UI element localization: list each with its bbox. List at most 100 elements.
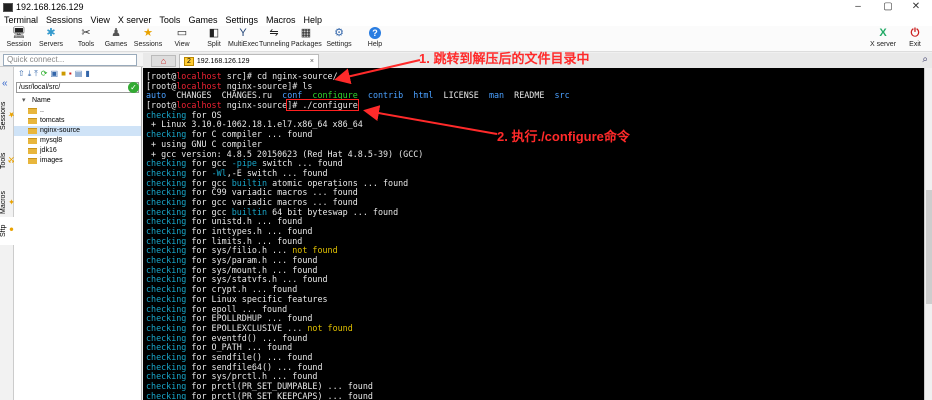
sftp-list-item[interactable]: jdk16 bbox=[14, 146, 141, 156]
toolbar-servers-button[interactable]: ✱ Servers bbox=[36, 27, 66, 48]
help-icon: ? bbox=[369, 27, 381, 39]
toolbar-split-button[interactable]: ◧ Split bbox=[199, 27, 229, 48]
terminal-segment: README bbox=[504, 90, 555, 101]
toolbar-games-button[interactable]: ♟ Games bbox=[101, 27, 131, 48]
toolbar-label: MultiExec bbox=[228, 41, 259, 48]
terminal-segment: for sys/filio.h ... bbox=[186, 245, 293, 256]
terminal-segment: [root@ bbox=[146, 71, 177, 81]
toolbar-session-button[interactable]: 🖥 Session bbox=[4, 27, 34, 48]
minimize-button[interactable]: – bbox=[844, 0, 872, 14]
terminal-segment: checking bbox=[146, 216, 187, 227]
session-tab[interactable]: 2 192.168.126.129 × bbox=[179, 54, 319, 68]
home-tab[interactable]: ⌂ bbox=[151, 55, 176, 67]
terminal-segment bbox=[302, 90, 312, 100]
app-icon bbox=[3, 2, 13, 12]
servers-icon: ✱ bbox=[46, 27, 56, 39]
toolbar-sessions-button[interactable]: ★ Sessions bbox=[133, 27, 163, 48]
collapse-sidebar-icon[interactable]: « bbox=[2, 78, 8, 89]
packages-icon: ▦ bbox=[300, 27, 312, 39]
settings-icon: ⚙ bbox=[334, 27, 344, 39]
sftp-file-list: ▾ Name .. tomcats nginx-source mysql8 jdk16 im… bbox=[14, 96, 141, 166]
sftp-open-icon[interactable]: ▤ bbox=[75, 69, 83, 78]
toolbar-label: Games bbox=[104, 41, 128, 48]
menu-terminal[interactable]: Terminal bbox=[0, 14, 42, 26]
terminal-segment: for prctl(PR_SET_DUMPABLE) ... found bbox=[186, 381, 373, 391]
terminal-segment: ,-E switch ... found bbox=[226, 167, 328, 178]
menu-sessions[interactable]: Sessions bbox=[42, 14, 87, 26]
terminal-segment: not found bbox=[292, 245, 338, 256]
annotation-step-1: 1. 跳转到解压后的文件目录中 bbox=[419, 51, 590, 66]
side-tab-sftp[interactable]: Sftp ● bbox=[0, 217, 16, 245]
session-tab-close-icon[interactable]: × bbox=[310, 55, 314, 68]
menu-settings[interactable]: Settings bbox=[221, 14, 262, 26]
terminal-scrollbar[interactable] bbox=[924, 68, 932, 400]
title-bar: 192.168.126.129 – ▢ ✕ bbox=[0, 0, 932, 14]
side-tab-sessions[interactable]: Sessions ★ bbox=[0, 95, 16, 137]
sftp-item-label: .. bbox=[40, 107, 44, 114]
sftp-new-file-icon[interactable]: ▣ bbox=[51, 69, 59, 78]
sftp-list-item[interactable]: images bbox=[14, 156, 141, 166]
side-tab-strip: « Sessions ★ Tools ⚒ Macros ✦ Sftp ● bbox=[0, 67, 16, 400]
toolbar-label: Split bbox=[207, 41, 221, 48]
session-tab-number: 2 bbox=[184, 57, 194, 66]
toolbar-settings-button[interactable]: ⚙ Settings bbox=[324, 27, 354, 48]
sftp-up-icon[interactable]: ⇧ bbox=[18, 69, 25, 78]
toolbar-help-button[interactable]: ? Help bbox=[360, 27, 390, 48]
quick-connect-input[interactable]: Quick connect... bbox=[3, 54, 137, 66]
highlighted-command: ]# ./configure bbox=[286, 99, 359, 112]
annotation-step-2: 2. 执行./configure命令 bbox=[497, 129, 630, 144]
sftp-list-item[interactable]: mysql8 bbox=[14, 136, 141, 146]
path-ok-icon[interactable]: ✓ bbox=[128, 82, 139, 93]
terminal-segment: html bbox=[413, 90, 434, 101]
sftp-new-folder-icon[interactable]: ■ bbox=[61, 69, 66, 78]
toolbar-label: Help bbox=[367, 41, 383, 48]
terminal-segment: for EPOLLEXCLUSIVE ... bbox=[186, 322, 308, 333]
terminal-segment: checking bbox=[146, 255, 187, 266]
sftp-list-item[interactable]: tomcats bbox=[14, 116, 141, 126]
toolbar-packages-button[interactable]: ▦ Packages bbox=[291, 27, 322, 48]
sftp-terminal-icon[interactable]: ▮ bbox=[85, 69, 89, 78]
sftp-refresh-icon[interactable]: ⟳ bbox=[41, 69, 48, 78]
side-tab-tools[interactable]: Tools ⚒ bbox=[0, 143, 16, 179]
toolbar-x-server-button[interactable]: X X server bbox=[868, 27, 898, 48]
toolbar-exit-button[interactable]: ⏻ Exit bbox=[900, 27, 930, 48]
terminal-segment: contrib bbox=[367, 90, 404, 101]
terminal-segment: checking bbox=[146, 322, 187, 333]
menu-view[interactable]: View bbox=[87, 14, 114, 26]
close-button[interactable]: ✕ bbox=[902, 0, 930, 14]
scrollbar-thumb[interactable] bbox=[926, 190, 932, 304]
sftp-list-item[interactable]: nginx-source bbox=[14, 126, 141, 136]
menu-tools[interactable]: Tools bbox=[155, 14, 184, 26]
terminal-segment: checking bbox=[146, 167, 187, 178]
sftp-path-field[interactable]: /usr/local/src/ ✓ bbox=[16, 82, 139, 93]
sftp-delete-icon[interactable]: ▪ bbox=[69, 69, 72, 78]
terminal-segment: for OS bbox=[186, 109, 222, 120]
toolbar-tunneling-button[interactable]: ⇋ Tunneling bbox=[259, 27, 290, 48]
toolbar-multiexec-button[interactable]: Y MultiExec bbox=[228, 27, 258, 48]
terminal-segment: atomic operations ... found bbox=[267, 177, 409, 188]
terminal-segment: checking bbox=[146, 206, 187, 217]
toolbar-view-button[interactable]: ▭ View bbox=[167, 27, 197, 48]
x-server-icon: X bbox=[879, 27, 887, 39]
terminal-segment: checking bbox=[146, 332, 187, 343]
maximize-button[interactable]: ▢ bbox=[874, 0, 902, 14]
terminal-segment: for prctl(PR_SET_KEEPCAPS) ... found bbox=[186, 390, 373, 400]
menu-macros[interactable]: Macros bbox=[262, 14, 300, 26]
home-icon: ⌂ bbox=[160, 56, 167, 66]
games-icon: ♟ bbox=[111, 27, 121, 39]
menu-x-server[interactable]: X server bbox=[114, 14, 156, 26]
attachment-icon[interactable]: ⌕ bbox=[922, 54, 928, 65]
toolbar-label: X server bbox=[869, 41, 897, 48]
sftp-download-icon[interactable]: ⤓ bbox=[28, 69, 32, 79]
terminal-segment: for unistd.h ... found bbox=[186, 216, 303, 227]
toolbar-tools-button[interactable]: ✂ Tools bbox=[71, 27, 101, 48]
terminal-output[interactable]: [root@localhost src]# cd nginx-source/[r… bbox=[143, 68, 924, 400]
toolbar-label: Tunneling bbox=[259, 41, 290, 48]
menu-games[interactable]: Games bbox=[184, 14, 221, 26]
sftp-list-item[interactable]: .. bbox=[14, 106, 141, 116]
sftp-column-header[interactable]: ▾ Name bbox=[14, 96, 141, 106]
sftp-upload-icon[interactable]: ⤒ bbox=[34, 69, 38, 79]
terminal-segment: checking bbox=[146, 129, 187, 140]
tunneling-icon: ⇋ bbox=[269, 27, 279, 39]
menu-help[interactable]: Help bbox=[300, 14, 327, 26]
